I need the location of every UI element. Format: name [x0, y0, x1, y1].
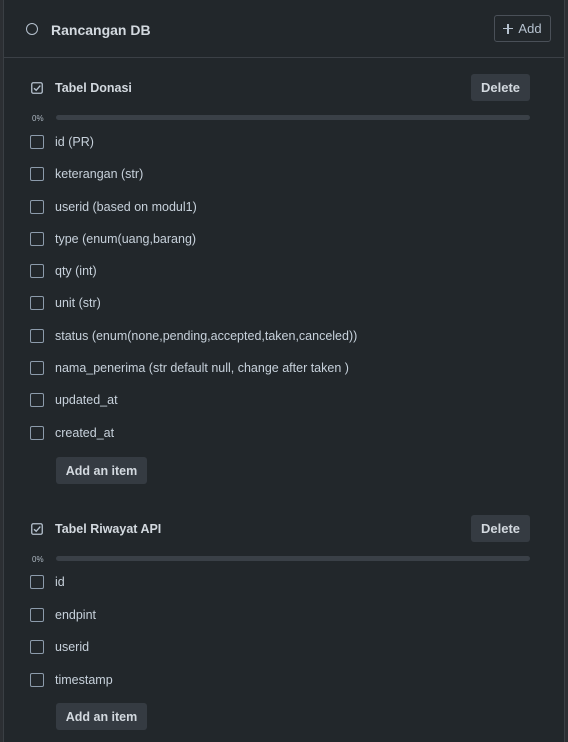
item-checkbox[interactable]	[30, 135, 44, 149]
checklist-icon	[31, 523, 43, 535]
item-checkbox[interactable]	[30, 167, 44, 181]
checklist-item[interactable]: status (enum(none,pending,accepted,taken…	[4, 326, 564, 348]
item-label[interactable]: keterangan (str)	[55, 166, 143, 182]
item-label[interactable]: timestamp	[55, 672, 113, 688]
item-checkbox[interactable]	[30, 575, 44, 589]
checklist-item[interactable]: endpint	[4, 605, 564, 627]
checklist-title[interactable]: Tabel Donasi	[55, 80, 132, 96]
item-label[interactable]: endpint	[55, 607, 96, 623]
add-button[interactable]: Add	[494, 15, 551, 42]
plus-icon	[503, 23, 514, 34]
item-checkbox[interactable]	[30, 232, 44, 246]
item-checkbox[interactable]	[30, 608, 44, 622]
item-checkbox[interactable]	[30, 296, 44, 310]
item-label[interactable]: id	[55, 574, 65, 590]
checklist-item[interactable]: qty (int)	[4, 261, 564, 283]
card-header: Rancangan DB Add	[4, 0, 564, 58]
delete-checklist-button[interactable]: Delete	[471, 515, 530, 542]
checklist-item[interactable]: userid	[4, 637, 564, 659]
item-checkbox[interactable]	[30, 200, 44, 214]
item-label[interactable]: updated_at	[55, 392, 118, 408]
item-checkbox[interactable]	[30, 673, 44, 687]
checklist-item[interactable]: id	[4, 572, 564, 594]
item-label[interactable]: userid	[55, 639, 89, 655]
progress-percent: 0%	[32, 114, 44, 123]
item-checkbox[interactable]	[30, 426, 44, 440]
checklist-panel: Rancangan DB Add Tabel Donasi Delete 0% …	[3, 0, 565, 742]
progress-bar	[56, 115, 530, 120]
item-checkbox[interactable]	[30, 329, 44, 343]
item-checkbox[interactable]	[30, 393, 44, 407]
checklist-item[interactable]: type (enum(uang,barang)	[4, 229, 564, 251]
checklist-item[interactable]: updated_at	[4, 390, 564, 412]
item-label[interactable]: qty (int)	[55, 263, 97, 279]
add-item-button[interactable]: Add an item	[56, 457, 147, 484]
checklist-item[interactable]: keterangan (str)	[4, 164, 564, 186]
circle-icon[interactable]	[26, 23, 38, 35]
add-button-label: Add	[518, 21, 542, 36]
item-label[interactable]: id (PR)	[55, 134, 94, 150]
item-label[interactable]: type (enum(uang,barang)	[55, 231, 196, 247]
item-label[interactable]: userid (based on modul1)	[55, 199, 197, 215]
progress-percent: 0%	[32, 555, 44, 564]
checklist-item[interactable]: unit (str)	[4, 293, 564, 315]
add-item-button[interactable]: Add an item	[56, 703, 147, 730]
item-label[interactable]: created_at	[55, 425, 114, 441]
item-checkbox[interactable]	[30, 264, 44, 278]
item-checkbox[interactable]	[30, 361, 44, 375]
checklist-item[interactable]: id (PR)	[4, 132, 564, 154]
progress-bar	[56, 556, 530, 561]
checklist-icon	[31, 82, 43, 94]
checklist-item[interactable]: timestamp	[4, 670, 564, 692]
card-title[interactable]: Rancangan DB	[51, 21, 151, 39]
delete-checklist-button[interactable]: Delete	[471, 74, 530, 101]
item-label[interactable]: status (enum(none,pending,accepted,taken…	[55, 328, 357, 344]
item-label[interactable]: nama_penerima (str default null, change …	[55, 360, 349, 376]
checklist-item[interactable]: created_at	[4, 423, 564, 445]
checklist-item[interactable]: userid (based on modul1)	[4, 197, 564, 219]
checklist-item[interactable]: nama_penerima (str default null, change …	[4, 358, 564, 380]
item-checkbox[interactable]	[30, 640, 44, 654]
checklist-title[interactable]: Tabel Riwayat API	[55, 521, 161, 537]
item-label[interactable]: unit (str)	[55, 295, 101, 311]
